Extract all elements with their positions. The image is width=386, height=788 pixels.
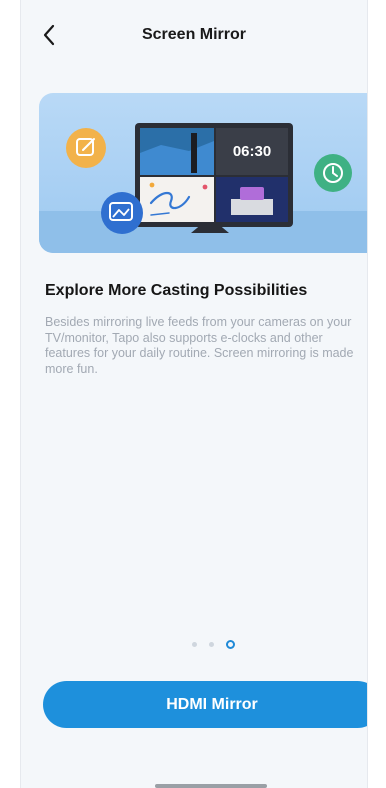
section-description: Besides mirroring live feeds from your c… [45, 315, 354, 376]
page-dot-1[interactable] [191, 642, 197, 647]
header: Screen Mirror [21, 0, 367, 76]
edit-icon [66, 128, 106, 168]
tv-clock-time: 06:30 [233, 143, 271, 160]
hero-illustration: 06:30 [39, 93, 367, 253]
page-dot-2[interactable] [208, 642, 214, 647]
hdmi-mirror-button[interactable]: HDMI Mirror [43, 681, 367, 728]
section-heading: Explore More Casting Possibilities [45, 282, 308, 299]
gallery-icon [101, 192, 143, 234]
clock-icon [314, 154, 352, 192]
pagination-dots [21, 640, 367, 649]
page-title: Screen Mirror [141, 26, 247, 43]
page-dot-3-active[interactable] [225, 640, 235, 649]
home-indicator[interactable] [155, 784, 267, 788]
screen: Screen Mirror 06:30 Explore More Casting… [20, 0, 368, 788]
